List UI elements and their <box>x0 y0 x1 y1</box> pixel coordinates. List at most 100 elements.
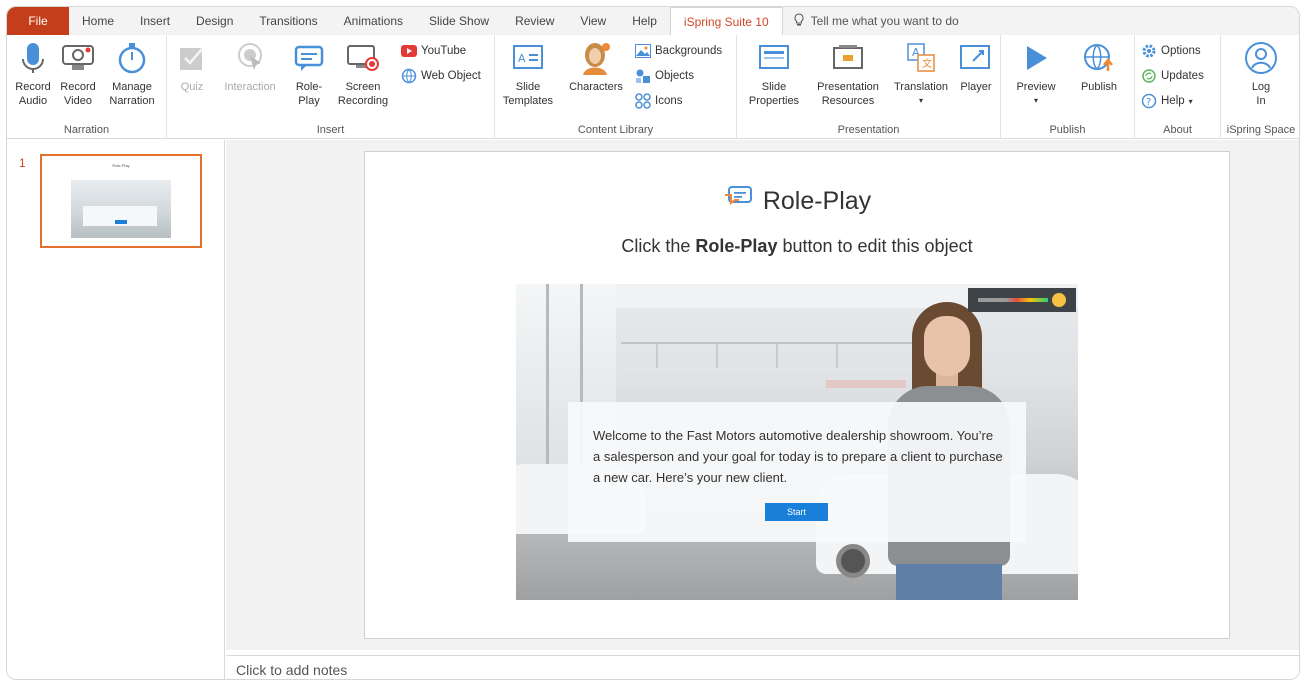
group-label-ispring-space: iSpring Space <box>1226 124 1296 136</box>
tab-help[interactable]: Help <box>619 7 670 35</box>
web-object-button[interactable]: Web Object <box>401 68 481 84</box>
ribbon-tab-bar: File Home Insert Design Transitions Anim… <box>7 7 1299 35</box>
tab-transitions[interactable]: Transitions <box>246 7 330 35</box>
tab-file[interactable]: File <box>7 7 69 35</box>
youtube-icon <box>401 43 417 59</box>
instructions-prefix: Click the <box>621 236 696 256</box>
slide-number: 1 <box>19 156 26 170</box>
quiz-label: Quiz <box>180 81 204 93</box>
tab-view[interactable]: View <box>567 7 619 35</box>
slides-panel: 1 Role-Play <box>7 140 225 679</box>
log-in-label-2: In <box>1256 95 1266 107</box>
publish-label: Publish <box>1080 81 1118 93</box>
record-video-label-2: Video <box>64 95 92 107</box>
role-play-instructions: Click the Role-Play button to edit this … <box>365 236 1229 257</box>
log-in-button[interactable]: Log In <box>1241 41 1281 108</box>
tab-insert[interactable]: Insert <box>127 7 183 35</box>
role-play-title: Role-Play <box>762 187 872 215</box>
characters-button[interactable]: Characters <box>565 41 627 94</box>
railing-post <box>836 344 838 370</box>
icons-label: Icons <box>655 95 683 107</box>
lightbulb-icon <box>793 12 805 30</box>
slide-thumbnail[interactable]: Role-Play <box>40 154 202 248</box>
slide-templates-label-2: Templates <box>502 95 554 107</box>
group-label-insert: Insert <box>316 124 345 136</box>
translation-label: Translation <box>893 81 948 93</box>
manage-narration-button[interactable]: Manage Narration <box>103 41 161 108</box>
group-label-presentation: Presentation <box>837 124 900 136</box>
publish-globe-icon <box>1082 41 1116 75</box>
quiz-button[interactable]: Quiz <box>175 41 209 94</box>
slide-template-icon: A <box>511 41 545 75</box>
role-play-label-2: Play <box>298 95 320 107</box>
presentation-resources-label-2: Resources <box>821 95 875 107</box>
screen-recording-button[interactable]: Screen Recording <box>331 41 395 108</box>
log-in-label-1: Log <box>1251 81 1271 93</box>
tell-me-label: Tell me what you want to do <box>810 14 959 28</box>
screen-recording-label-1: Screen <box>345 81 381 93</box>
tell-me-search[interactable]: Tell me what you want to do <box>783 7 972 35</box>
youtube-button[interactable]: YouTube <box>401 43 466 59</box>
options-button[interactable]: Options <box>1141 43 1201 59</box>
group-label-about: About <box>1163 124 1192 136</box>
start-button[interactable]: Start <box>765 503 828 521</box>
role-play-label-1: Role- <box>295 81 323 93</box>
tab-slide-show[interactable]: Slide Show <box>416 7 502 35</box>
help-dropdown-icon: ▾ <box>1188 96 1193 106</box>
updates-button[interactable]: Updates <box>1141 68 1204 84</box>
presentation-resources-button[interactable]: Presentation Resources <box>809 41 887 108</box>
instructions-bold: Role-Play <box>695 236 778 256</box>
webcam-icon <box>61 41 95 75</box>
preview-button[interactable]: Preview ▾ <box>1013 41 1059 108</box>
role-play-scene[interactable]: Welcome to the Fast Motors automotive de… <box>516 284 1078 600</box>
slide-canvas[interactable]: Role-Play Click the Role-Play button to … <box>364 151 1230 639</box>
intro-dialog: Welcome to the Fast Motors automotive de… <box>568 402 1026 542</box>
tab-review[interactable]: Review <box>502 7 567 35</box>
interaction-label: Interaction <box>224 81 276 93</box>
quiz-icon <box>175 41 209 75</box>
tab-design[interactable]: Design <box>183 7 246 35</box>
gear-icon <box>1141 43 1157 59</box>
tab-ispring-suite[interactable]: iSpring Suite 10 <box>669 7 783 35</box>
tab-animations[interactable]: Animations <box>331 7 416 35</box>
tab-home[interactable]: Home <box>69 7 127 35</box>
slide-properties-label-1: Slide <box>761 81 787 93</box>
group-label-content-library: Content Library <box>577 124 654 136</box>
notes-area[interactable]: Click to add notes <box>226 655 1299 679</box>
player-button[interactable]: Player <box>955 41 997 94</box>
record-video-button[interactable]: Record Video <box>55 41 101 108</box>
railing-post <box>776 344 778 370</box>
app-window: File Home Insert Design Transitions Anim… <box>6 6 1300 680</box>
translation-button[interactable]: A文 Translation ▾ <box>889 41 953 108</box>
railing-post <box>656 344 658 370</box>
microphone-icon <box>16 41 50 75</box>
icons-button[interactable]: Icons <box>635 93 683 109</box>
image-icon <box>635 43 651 59</box>
user-icon <box>1244 41 1278 75</box>
characters-label: Characters <box>569 81 623 93</box>
icons-icon <box>635 93 651 109</box>
interaction-button[interactable]: Interaction <box>217 41 283 94</box>
role-play-button[interactable]: Role- Play <box>289 41 329 108</box>
backgrounds-label: Backgrounds <box>655 45 723 57</box>
publish-button[interactable]: Publish <box>1073 41 1125 94</box>
objects-button[interactable]: Objects <box>635 68 694 84</box>
mood-meter <box>968 288 1076 312</box>
globe-icon <box>401 68 417 84</box>
group-content-library: A Slide Templates Characters Backgrounds <box>495 35 737 139</box>
group-about: Options Updates ? Help ▾ About <box>1135 35 1221 139</box>
slide-templates-button[interactable]: A Slide Templates <box>501 41 555 108</box>
player-icon <box>959 41 993 75</box>
youtube-label: YouTube <box>421 45 467 57</box>
objects-label: Objects <box>655 70 694 82</box>
presentation-resources-label-1: Presentation <box>817 81 879 93</box>
help-button[interactable]: ? Help ▾ <box>1141 93 1193 109</box>
record-audio-button[interactable]: Record Audio <box>11 41 55 108</box>
slide-properties-button[interactable]: Slide Properties <box>743 41 805 108</box>
ribbon: Record Audio Record Video Manage Narrati… <box>7 35 1299 139</box>
backgrounds-button[interactable]: Backgrounds <box>635 43 722 59</box>
slide-properties-icon <box>757 41 791 75</box>
objects-icon <box>635 68 651 84</box>
resources-icon <box>831 41 865 75</box>
thumbnail-start-button <box>115 220 127 224</box>
